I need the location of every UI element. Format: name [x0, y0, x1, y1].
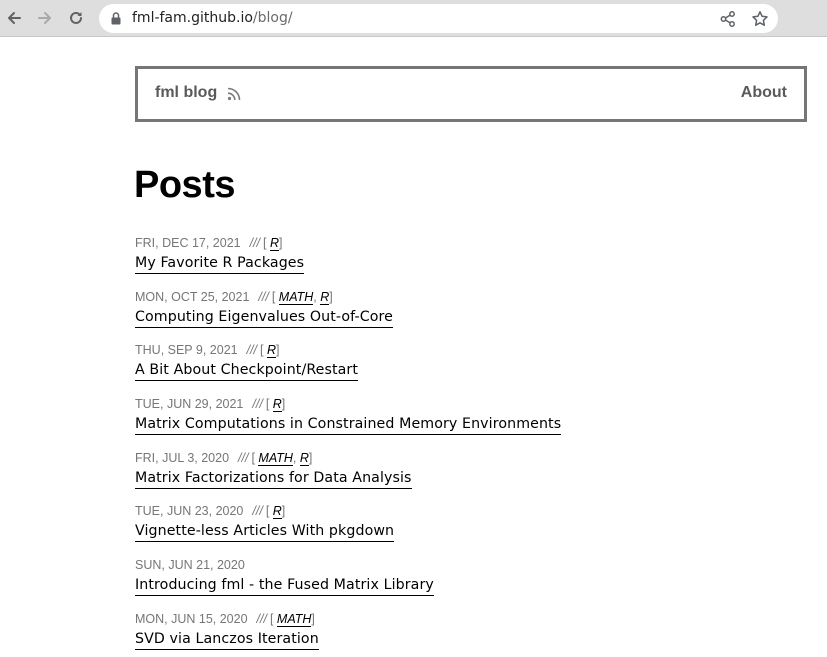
post-title-link[interactable]: My Favorite R Packages	[135, 255, 305, 274]
post-title-link[interactable]: A Bit About Checkpoint/Restart	[135, 362, 359, 382]
post-date: THU, SEP 9, 2021	[135, 343, 238, 358]
post-separator: ///	[238, 450, 249, 465]
page-title: Posts	[134, 164, 235, 206]
lock-icon[interactable]	[111, 12, 121, 25]
post-separator: ///	[258, 289, 269, 304]
reload-icon	[70, 11, 82, 24]
share-icon[interactable]	[719, 10, 737, 28]
post-title-link[interactable]: SVD via Lanczos Iteration	[135, 631, 319, 650]
post-separator: ///	[246, 343, 258, 358]
rss-icon[interactable]	[227, 87, 241, 101]
about-link[interactable]: About	[741, 84, 787, 102]
tag-link[interactable]: MATH	[258, 450, 293, 466]
post-item: MON, OCT 25, 2021 ///[ MATH, R] Computing …	[135, 289, 795, 343]
post-date: TUE, JUN 29, 2021	[135, 397, 244, 412]
post-tags: [ MATH]	[269, 611, 315, 627]
tag-link[interactable]: R	[272, 504, 282, 520]
post-meta: SUN, JUN 21, 2020	[135, 557, 795, 574]
post-title-link[interactable]: Matrix Computations in Constrained Memor…	[135, 416, 562, 436]
browser-toolbar: fml-fam.github.io/blog/	[0, 0, 827, 37]
post-separator: ///	[256, 611, 267, 626]
site-header: fml blog About	[135, 66, 807, 122]
url-text[interactable]: fml-fam.github.io/blog/	[132, 10, 293, 26]
address-bar[interactable]: fml-fam.github.io/blog/	[99, 4, 778, 33]
post-tags: [ MATH, R]	[251, 450, 313, 466]
post-item: MON, JUN 15, 2020 ///[ MATH] SVD via Lancz…	[135, 611, 795, 657]
tag-link[interactable]: R	[269, 236, 280, 251]
star-icon[interactable]	[751, 10, 769, 28]
post-tags: [ R]	[265, 504, 286, 520]
post-date: SUN, JUN 21, 2020	[135, 558, 245, 573]
post-date: TUE, JUN 23, 2020	[135, 504, 244, 519]
post-date: FRI, JUL 3, 2020	[135, 450, 230, 465]
post-title-link[interactable]: Computing Eigenvalues Out-of-Core	[135, 309, 393, 328]
back-arrow-icon	[8, 12, 21, 24]
forward-arrow-icon	[38, 12, 51, 24]
post-meta: TUE, JUN 23, 2020 ///[ R]	[135, 503, 795, 520]
post-title-link[interactable]: Matrix Factorizations for Data Analysis	[135, 470, 412, 489]
post-meta: MON, OCT 25, 2021 ///[ MATH, R]	[135, 289, 795, 306]
post-separator: ///	[249, 236, 261, 250]
post-title-link[interactable]: Introducing fml - the Fused Matrix Libra…	[135, 577, 434, 597]
post-list: FRI, DEC 17, 2021///[ R] My Favorite R Pa…	[135, 235, 795, 657]
tag-link[interactable]: R	[272, 397, 282, 413]
post-meta: FRI, JUL 3, 2020 ///[ MATH, R]	[135, 450, 795, 467]
brand-link[interactable]: fml blog	[155, 84, 217, 102]
post-date: MON, OCT 25, 2021	[135, 289, 250, 304]
post-item: TUE, JUN 29, 2021 ///[ R] Matrix Computati…	[135, 396, 795, 450]
post-item: THU, SEP 9, 2021 ///[ R] A Bit About Check…	[135, 342, 795, 396]
post-item: TUE, JUN 23, 2020 ///[ R] Vignette-less Ar…	[135, 503, 795, 557]
forward-button[interactable]	[33, 6, 57, 30]
post-meta: FRI, DEC 17, 2021 ///[ R]	[135, 235, 795, 252]
post-tags: [ MATH, R]	[271, 289, 333, 305]
post-item: SUN, JUN 21, 2020 Introducing fml - the F…	[135, 557, 795, 611]
tag-link[interactable]: MATH	[276, 611, 312, 627]
tag-link[interactable]: R	[299, 450, 309, 466]
post-item: FRI, DEC 17, 2021 ///[ R] My Favorite R Pa…	[135, 235, 795, 289]
tag-link[interactable]: R	[320, 289, 330, 305]
back-button[interactable]	[2, 6, 26, 30]
url-host: fml-fam.github.io	[132, 10, 253, 26]
post-tags: [ R]	[265, 397, 286, 413]
tag-link[interactable]: MATH	[278, 289, 314, 305]
post-separator: ///	[252, 397, 263, 412]
post-title-link[interactable]: Vignette-less Articles With pkgdown	[135, 523, 395, 543]
post-meta: THU, SEP 9, 2021 ///[ R]	[135, 342, 795, 359]
post-separator: ///	[252, 504, 263, 519]
post-tags: [ R]	[263, 236, 283, 251]
post-date: MON, JUN 15, 2020	[135, 611, 248, 626]
url-path: /blog/	[252, 10, 293, 26]
post-meta: MON, JUN 15, 2020 ///[ MATH]	[135, 611, 795, 628]
post-tags: [ R]	[260, 343, 280, 359]
reload-button[interactable]	[64, 6, 88, 30]
tag-link[interactable]: R	[266, 343, 277, 359]
post-meta: TUE, JUN 29, 2021 ///[ R]	[135, 396, 795, 413]
post-item: FRI, JUL 3, 2020 ///[ MATH, R] Matrix Fact…	[135, 450, 795, 504]
post-date: FRI, DEC 17, 2021	[135, 236, 241, 250]
